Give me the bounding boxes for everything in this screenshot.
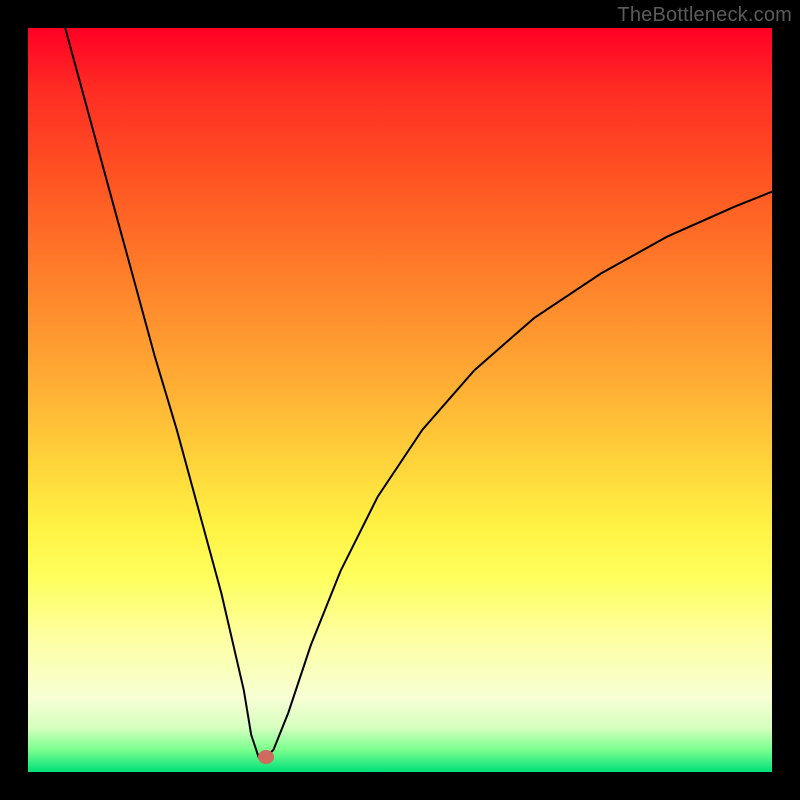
minimum-marker-dot <box>258 750 274 764</box>
chart-frame: TheBottleneck.com <box>0 0 800 800</box>
bottleneck-curve <box>28 28 772 772</box>
watermark-text: TheBottleneck.com <box>617 4 792 27</box>
curve-path <box>65 28 772 757</box>
